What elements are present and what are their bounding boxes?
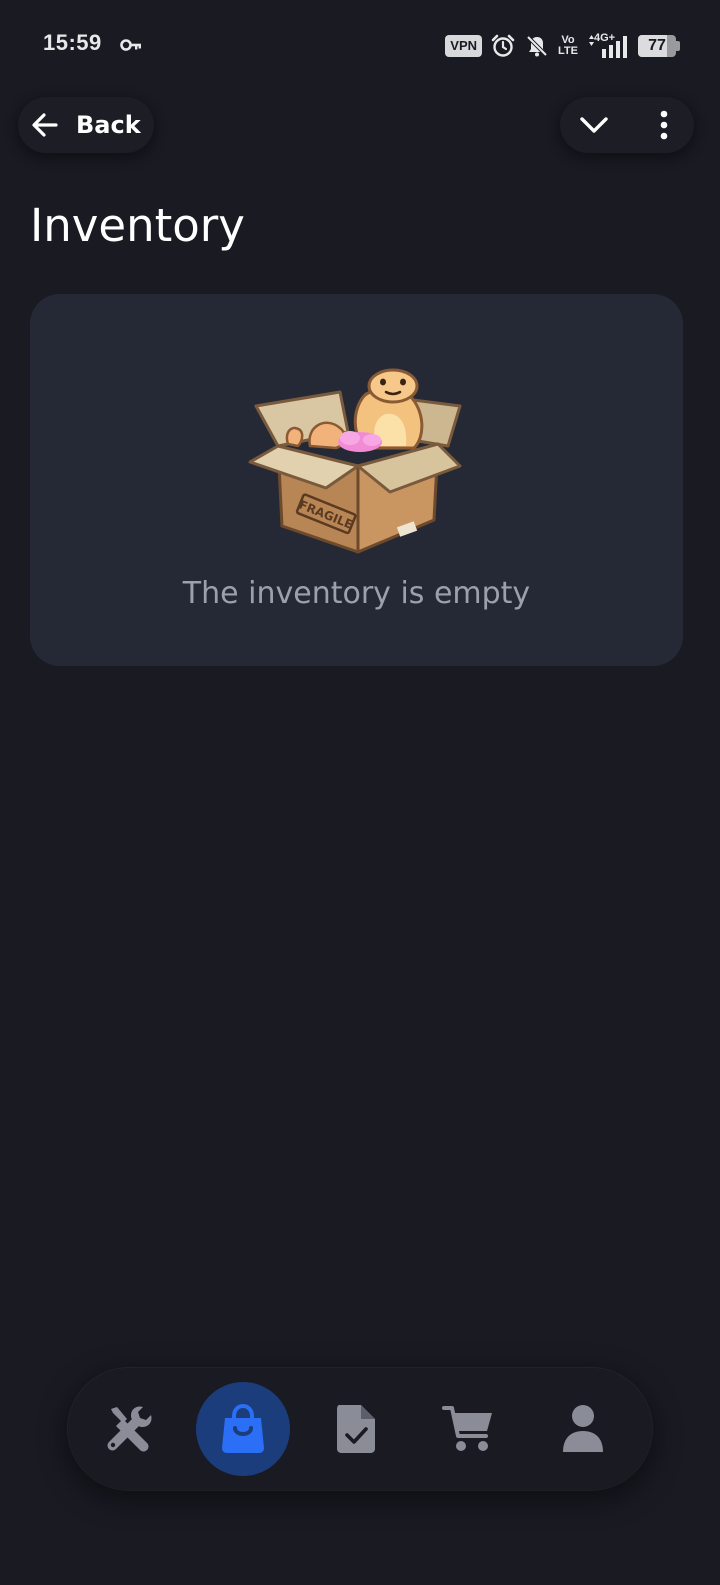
- battery-icon: 77: [638, 35, 680, 57]
- empty-state-message: The inventory is empty: [182, 576, 531, 611]
- signal-icon: [589, 35, 627, 58]
- status-time: 15:59: [43, 30, 102, 55]
- status-bar: 15:59 VPN Vo LTE 4G+ 77: [0, 0, 720, 92]
- more-options-button[interactable]: [646, 105, 682, 145]
- back-label: Back: [76, 111, 141, 139]
- user-icon: [563, 1405, 603, 1452]
- vpn-badge: VPN: [445, 35, 483, 57]
- snake-in-box-illustration: FRAGILE: [248, 368, 462, 554]
- nav-item-inventory[interactable]: [196, 1382, 290, 1476]
- chevron-down-icon: [580, 117, 608, 133]
- nav-item-profile[interactable]: [536, 1382, 630, 1476]
- cart-icon: [442, 1406, 492, 1451]
- nav-item-tools[interactable]: [82, 1382, 176, 1476]
- network-indicator: 4G+: [586, 32, 630, 59]
- bell-off-icon: [526, 35, 548, 57]
- header-actions: [560, 97, 694, 153]
- key-icon: [120, 39, 141, 51]
- nav-item-cart[interactable]: [422, 1382, 516, 1476]
- empty-state-card: FRAGILE The inventory is empty: [30, 294, 683, 666]
- volte-indicator: Vo LTE: [558, 34, 578, 57]
- alarm-icon: [491, 34, 515, 57]
- collapse-button[interactable]: [574, 105, 614, 145]
- more-vertical-icon: [660, 110, 668, 140]
- tools-icon: [107, 1406, 152, 1452]
- shopping-bag-icon: [222, 1404, 264, 1453]
- page-title: Inventory: [30, 199, 245, 252]
- bottom-navigation: [68, 1368, 652, 1490]
- arrow-left-icon: [32, 113, 58, 137]
- back-button[interactable]: Back: [18, 97, 154, 153]
- status-icons: VPN Vo LTE 4G+ 77: [445, 32, 680, 59]
- battery-level: 77: [648, 37, 666, 54]
- document-check-icon: [337, 1405, 375, 1453]
- nav-item-documents[interactable]: [309, 1382, 403, 1476]
